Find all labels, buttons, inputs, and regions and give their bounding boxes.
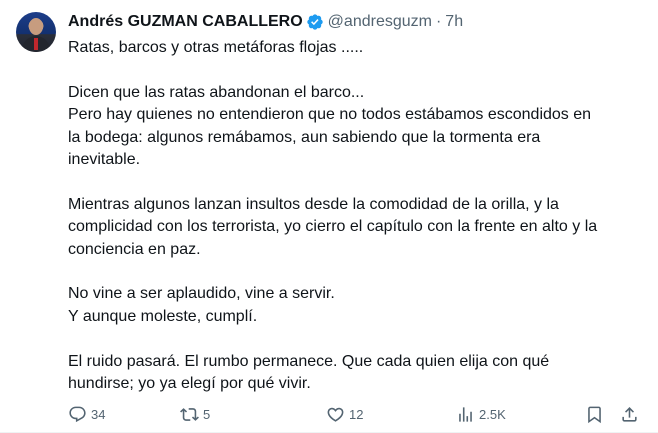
- like-count: 12: [349, 406, 364, 422]
- views-button[interactable]: 2.5K: [456, 405, 506, 424]
- heart-icon: [327, 407, 344, 422]
- author-handle[interactable]: @andresguzm: [328, 13, 432, 31]
- tweet-body: Ratas, barcos y otras metáforas flojas .…: [68, 37, 642, 395]
- views-count: 2.5K: [479, 406, 506, 422]
- bookmark-icon: [588, 406, 601, 423]
- reply-button[interactable]: 34: [68, 405, 105, 424]
- avatar-tie: [34, 38, 38, 50]
- tweet-text-line: Y aunque moleste, cumplí.: [68, 307, 258, 325]
- tweet-text-line: Pero hay quienes no entendieron que no t…: [68, 106, 592, 124]
- bookmark-button[interactable]: [585, 405, 604, 424]
- tweet-text-line: inevitable.: [68, 151, 141, 169]
- tweet-actions: 34 5 12 2.5K: [68, 400, 642, 428]
- verified-badge-icon: [306, 14, 323, 30]
- repost-icon: [180, 407, 199, 421]
- tweet-header: Andrés GUZMAN CABALLERO @andresguzm · 7h: [68, 10, 642, 34]
- share-button[interactable]: [620, 405, 639, 424]
- tweet-text-line: No vine a ser aplaudido, vine a servir.: [68, 285, 335, 303]
- tweet-text-line: Mientras algunos lanzan insultos desde l…: [68, 195, 559, 213]
- author-name[interactable]: Andrés GUZMAN CABALLERO: [68, 13, 303, 31]
- tweet-text-line: conciencia en paz.: [68, 240, 201, 258]
- tweet-text-line: la bodega: algunos remábamos, aun sabien…: [68, 128, 541, 146]
- tweet-content: Andrés GUZMAN CABALLERO @andresguzm · 7h…: [68, 10, 642, 395]
- separator-dot: ·: [435, 13, 442, 30]
- repost-button[interactable]: 5: [180, 405, 210, 424]
- avatar[interactable]: [16, 12, 56, 52]
- repost-count: 5: [203, 406, 211, 422]
- share-icon: [622, 406, 637, 422]
- tweet-text-line: Ratas, barcos y otras metáforas flojas .…: [68, 39, 364, 56]
- tweet[interactable]: Andrés GUZMAN CABALLERO @andresguzm · 7h…: [0, 0, 658, 433]
- reply-count: 34: [91, 406, 106, 422]
- avatar-face: [29, 18, 43, 35]
- tweet-text-line: complicidad con los terrorista, yo cierr…: [68, 218, 598, 236]
- tweet-text-line: Dicen que las ratas abandonan el barco..…: [68, 83, 365, 101]
- like-button[interactable]: 12: [326, 405, 363, 424]
- reply-icon: [69, 406, 86, 422]
- tweet-text-line: hundirse; yo ya elegí por qué vivir.: [68, 375, 311, 393]
- tweet-text-line: El ruido pasará. El rumbo permanece. Que…: [68, 352, 550, 370]
- tweet-timestamp[interactable]: 7h: [445, 13, 463, 31]
- views-chart-icon: [459, 406, 472, 422]
